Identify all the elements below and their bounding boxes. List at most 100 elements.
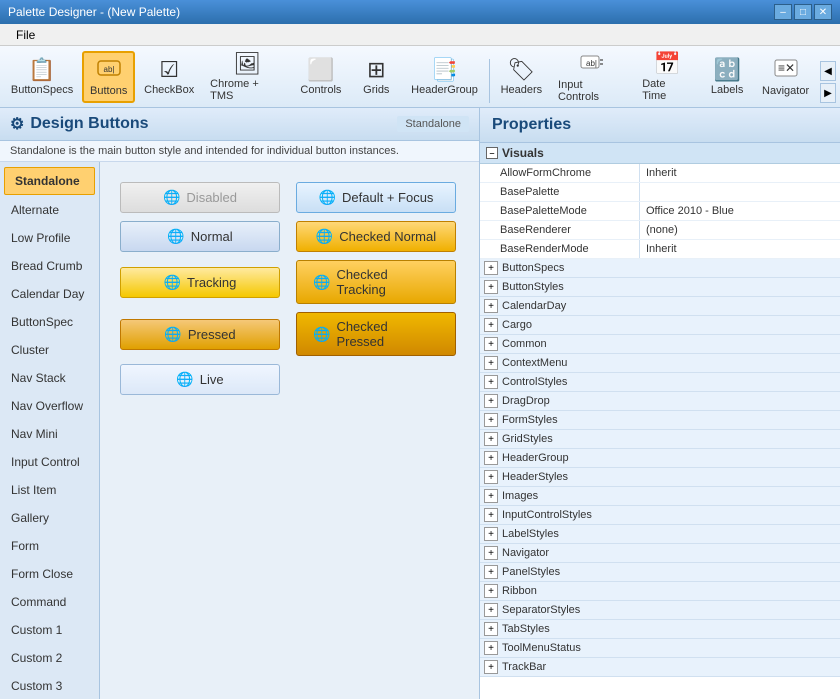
- close-button[interactable]: ✕: [814, 4, 832, 20]
- sidebar-item-alternate[interactable]: Alternate: [0, 196, 99, 224]
- btn-tracking[interactable]: 🌐 Tracking: [120, 267, 280, 298]
- toolbar-btn-header-group[interactable]: 📑 HeaderGroup: [404, 51, 484, 103]
- props-expand-control-styles[interactable]: + ControlStyles: [480, 373, 840, 392]
- props-expand-ribbon[interactable]: + Ribbon: [480, 582, 840, 601]
- props-expand-common[interactable]: + Common: [480, 335, 840, 354]
- visuals-section-header[interactable]: – Visuals: [480, 143, 840, 164]
- expand-icon-form-styles: +: [484, 413, 498, 427]
- props-expand-form-styles[interactable]: + FormStyles: [480, 411, 840, 430]
- toolbar-btn-headers[interactable]: 🏷 Headers: [494, 51, 549, 103]
- props-expand-button-styles[interactable]: + ButtonStyles: [480, 278, 840, 297]
- props-expand-images[interactable]: + Images: [480, 487, 840, 506]
- props-expand-calendar-day[interactable]: + CalendarDay: [480, 297, 840, 316]
- props-expand-track-bar[interactable]: + TrackBar: [480, 658, 840, 677]
- toolbar-nav-next[interactable]: ▶: [820, 83, 836, 103]
- props-expand-header-styles[interactable]: + HeaderStyles: [480, 468, 840, 487]
- toolbar-btn-checkbox[interactable]: ☑ CheckBox: [137, 51, 201, 103]
- toolbar-nav-prev[interactable]: ◀: [820, 61, 836, 81]
- expand-icon-images: +: [484, 489, 498, 503]
- properties-header: Properties: [480, 108, 840, 143]
- toolbar-btn-input-controls[interactable]: ab| Input Controls: [551, 51, 633, 103]
- props-expand-panel-styles[interactable]: + PanelStyles: [480, 563, 840, 582]
- props-expand-input-control-styles[interactable]: + InputControlStyles: [480, 506, 840, 525]
- sidebar-item-input-control[interactable]: Input Control: [0, 448, 99, 476]
- sidebar-item-form-close[interactable]: Form Close: [0, 560, 99, 588]
- props-expand-tool-menu-status[interactable]: + ToolMenuStatus: [480, 639, 840, 658]
- labels-icon: 🔡: [713, 59, 740, 81]
- sidebar-item-custom-3[interactable]: Custom 3: [0, 672, 99, 699]
- sidebar-item-bread-crumb[interactable]: Bread Crumb: [0, 252, 99, 280]
- expand-icon-label-styles: +: [484, 527, 498, 541]
- headers-icon: 🏷: [507, 59, 535, 81]
- props-expand-navigator[interactable]: + Navigator: [480, 544, 840, 563]
- props-expand-context-menu[interactable]: + ContextMenu: [480, 354, 840, 373]
- btn-disabled[interactable]: 🌐 Disabled: [120, 182, 280, 213]
- sidebar-item-form[interactable]: Form: [0, 532, 99, 560]
- toolbar-btn-labels[interactable]: 🔡 Labels: [701, 51, 753, 103]
- props-row-base-palette-mode: BasePaletteMode Office 2010 - Blue: [480, 202, 840, 221]
- props-expand-grid-styles[interactable]: + GridStyles: [480, 430, 840, 449]
- props-expand-separator-styles[interactable]: + SeparatorStyles: [480, 601, 840, 620]
- sidebar-item-custom-1[interactable]: Custom 1: [0, 616, 99, 644]
- btn-live[interactable]: 🌐 Live: [120, 364, 280, 395]
- buttons-icon: ab|: [97, 58, 121, 82]
- toolbar-btn-grids[interactable]: ⊞ Grids: [350, 51, 402, 103]
- props-expand-drag-drop[interactable]: + DragDrop: [480, 392, 840, 411]
- props-expand-button-specs[interactable]: + ButtonSpecs: [480, 259, 840, 278]
- sidebar-item-command[interactable]: Command: [0, 588, 99, 616]
- btn-checked-normal[interactable]: 🌐 Checked Normal: [296, 221, 456, 252]
- expand-icon-separator-styles: +: [484, 603, 498, 617]
- btn-checked-tracking[interactable]: 🌐 Checked Tracking: [296, 260, 456, 304]
- expand-icon-track-bar: +: [484, 660, 498, 674]
- sidebar-item-nav-overflow[interactable]: Nav Overflow: [0, 392, 99, 420]
- header-group-icon: 📑: [431, 59, 458, 81]
- globe-icon-pressed: 🌐: [164, 326, 181, 343]
- sidebar-item-nav-mini[interactable]: Nav Mini: [0, 420, 99, 448]
- sidebar-item-cluster[interactable]: Cluster: [0, 336, 99, 364]
- toolbar-btn-date-time[interactable]: 📅 Date Time: [635, 51, 699, 103]
- toolbar-nav[interactable]: ◀ ▶: [820, 61, 836, 103]
- props-expand-header-group[interactable]: + HeaderGroup: [480, 449, 840, 468]
- input-controls-icon: ab|: [580, 52, 604, 76]
- sidebar-item-low-profile[interactable]: Low Profile: [0, 224, 99, 252]
- btn-normal[interactable]: 🌐 Normal: [120, 221, 280, 252]
- right-panel: Properties – Visuals AllowFormChrome Inh…: [480, 108, 840, 699]
- title-bar: Palette Designer - (New Palette) – □ ✕: [0, 0, 840, 24]
- menu-bar: File: [0, 24, 840, 46]
- expand-icon-ribbon: +: [484, 584, 498, 598]
- toolbar-btn-navigator[interactable]: ≡✕ Navigator: [755, 51, 816, 103]
- toolbar-separator-1: [489, 59, 490, 103]
- minimize-button[interactable]: –: [774, 4, 792, 20]
- toolbar-btn-controls[interactable]: ⬜ Controls: [294, 51, 349, 103]
- window-controls[interactable]: – □ ✕: [774, 4, 832, 20]
- maximize-button[interactable]: □: [794, 4, 812, 20]
- sidebar-item-custom-2[interactable]: Custom 2: [0, 644, 99, 672]
- props-expand-cargo[interactable]: + Cargo: [480, 316, 840, 335]
- left-panel: ⚙ Design Buttons Standalone Standalone i…: [0, 108, 480, 699]
- toolbar: 📋 ButtonSpecs ab| Buttons ☑ CheckBox 🖼 C…: [0, 46, 840, 108]
- button-row-live: 🌐 Live: [120, 364, 459, 395]
- design-buttons-icon: ⚙: [10, 114, 24, 134]
- props-expand-tab-styles[interactable]: + TabStyles: [480, 620, 840, 639]
- visuals-collapse-icon: –: [486, 147, 498, 159]
- sidebar-item-button-spec[interactable]: ButtonSpec: [0, 308, 99, 336]
- panel-description: Standalone is the main button style and …: [0, 141, 479, 162]
- sidebar-item-gallery[interactable]: Gallery: [0, 504, 99, 532]
- props-row-base-palette: BasePalette: [480, 183, 840, 202]
- btn-checked-pressed[interactable]: 🌐 Checked Pressed: [296, 312, 456, 356]
- toolbar-btn-button-specs[interactable]: 📋 ButtonSpecs: [4, 51, 80, 103]
- btn-pressed[interactable]: 🌐 Pressed: [120, 319, 280, 350]
- sidebar-item-calendar-day[interactable]: Calendar Day: [0, 280, 99, 308]
- sidebar-item-list-item[interactable]: List Item: [0, 476, 99, 504]
- window-title: Palette Designer - (New Palette): [8, 5, 180, 19]
- toolbar-btn-buttons[interactable]: ab| Buttons: [82, 51, 135, 103]
- btn-default-focus[interactable]: 🌐 Default + Focus: [296, 182, 456, 213]
- panel-title: ⚙ Design Buttons: [10, 114, 149, 134]
- sidebar-item-standalone[interactable]: Standalone: [4, 167, 95, 195]
- props-expand-label-styles[interactable]: + LabelStyles: [480, 525, 840, 544]
- globe-icon-disabled: 🌐: [163, 189, 180, 206]
- menu-file[interactable]: File: [8, 26, 43, 44]
- toolbar-btn-chrome-tms[interactable]: 🖼 Chrome + TMS: [203, 51, 291, 103]
- sidebar-item-nav-stack[interactable]: Nav Stack: [0, 364, 99, 392]
- props-row-base-renderer: BaseRenderer (none): [480, 221, 840, 240]
